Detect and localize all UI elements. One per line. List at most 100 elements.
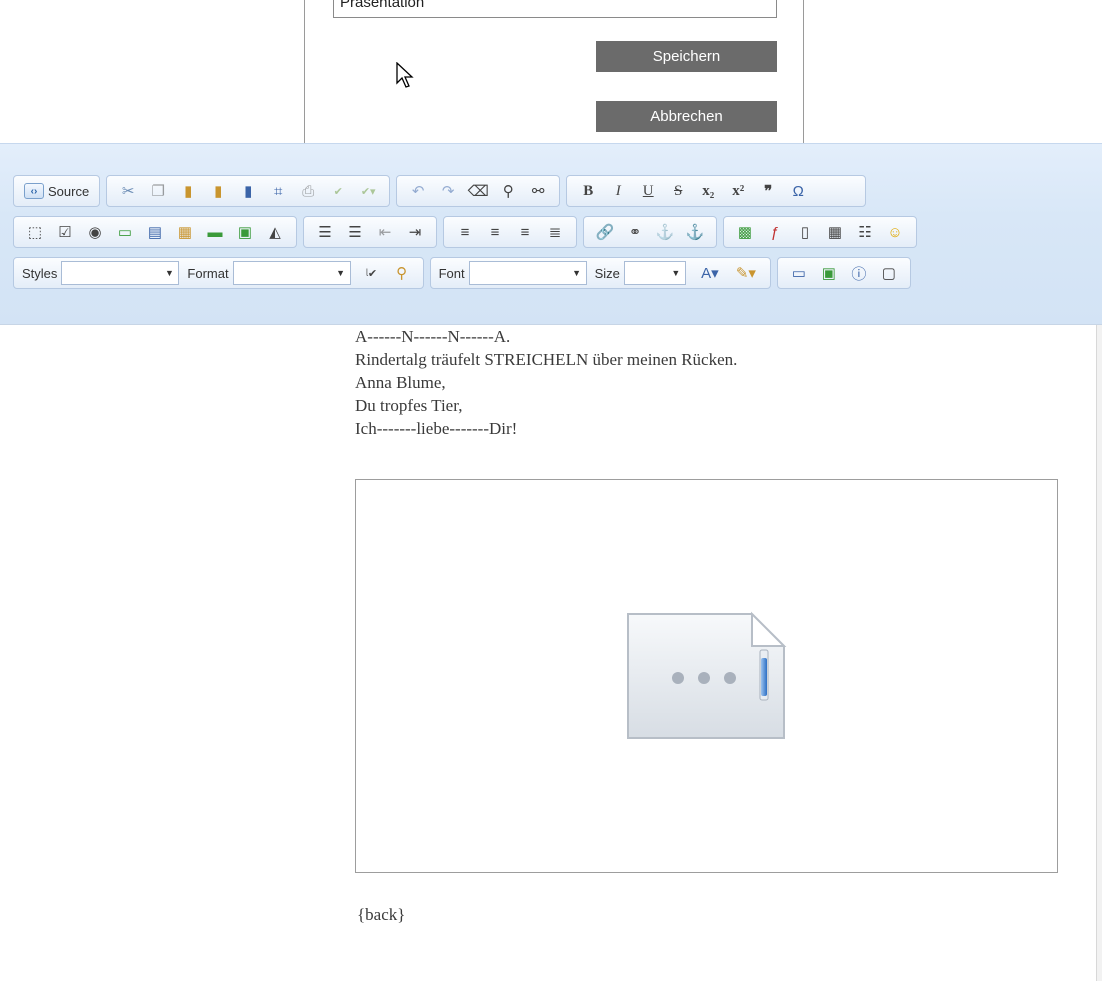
align-left-icon[interactable]: ≡: [453, 220, 477, 244]
link-icon[interactable]: 🔗: [593, 220, 617, 244]
insert-group: ▩ ƒ ▯ ▦ ☷ ☺: [723, 216, 917, 248]
font-size-group: Font ▼ Size ▼ A▾ ✎▾: [429, 257, 771, 289]
bulleted-list-icon[interactable]: ☰: [343, 220, 367, 244]
font-color-icon[interactable]: A▾: [695, 261, 725, 285]
toolbar-row-3: Styles ▼ Format ▼ ᶩ✔ ⚲ Font ▼ Size ▼ A▾ …: [13, 256, 917, 290]
redo-icon[interactable]: ↷: [436, 179, 460, 203]
back-placeholder: {back}: [357, 905, 406, 924]
italic-icon[interactable]: I: [606, 179, 630, 203]
styles-combo[interactable]: ▼: [61, 261, 180, 285]
textarea-icon[interactable]: ▤: [143, 220, 167, 244]
font-combo[interactable]: ▼: [468, 261, 587, 285]
undo-group: ↶ ↷ ⌫ ⚲ ⚯: [396, 175, 561, 207]
strikethrough-icon[interactable]: S: [666, 179, 690, 203]
editor-toolbar: ‹› Source ✂ ❐ ▮ ▮ ▮ ⌗ ⎙ ✔ ✔▾ ↶ ↷ ⌫ ⚲ ⚯ B…: [0, 143, 1102, 324]
subscript-icon[interactable]: x₂: [696, 179, 720, 203]
paste-icon[interactable]: ▮: [176, 179, 200, 203]
basic-styles-group: B I U S x₂ x² ❞ Ω: [566, 175, 867, 207]
undo-icon[interactable]: ↶: [406, 179, 430, 203]
numbered-list-icon[interactable]: ☰: [313, 220, 337, 244]
remove-format-icon[interactable]: ⌫: [466, 179, 490, 203]
mouse-cursor-icon: [396, 62, 414, 88]
horizontal-rule-icon[interactable]: ☷: [853, 220, 877, 244]
source-group: ‹› Source: [13, 175, 101, 207]
cut-icon[interactable]: ✂: [116, 179, 140, 203]
source-icon: ‹›: [24, 183, 44, 199]
format-label: Format: [187, 265, 229, 281]
chevron-down-icon: ▼: [572, 268, 582, 278]
about-icon[interactable]: ⓘ: [847, 261, 871, 285]
radio-icon[interactable]: ◉: [83, 220, 107, 244]
smiley-icon[interactable]: ☺: [883, 220, 907, 244]
align-center-icon[interactable]: ≡: [483, 220, 507, 244]
paste-text-icon[interactable]: ▮: [206, 179, 230, 203]
checkbox-icon[interactable]: ☑: [53, 220, 77, 244]
source-label: Source: [48, 183, 90, 199]
vertical-scrollbar[interactable]: [1096, 325, 1102, 981]
size-label: Size: [594, 265, 620, 281]
replace-icon[interactable]: ⚯: [526, 179, 550, 203]
forms-group: ⬚ ☑ ◉ ▭ ▤ ▦ ▬ ▣ ◭: [13, 216, 297, 248]
textfield-icon[interactable]: ▭: [113, 220, 137, 244]
poem-text: A------N------N------A. Rindertalg träuf…: [355, 325, 737, 440]
image-button-icon[interactable]: ▣: [233, 220, 257, 244]
clipboard-group: ✂ ❐ ▮ ▮ ▮ ⌗ ⎙ ✔ ✔▾: [106, 175, 391, 207]
spellcheck-icon[interactable]: ✔: [326, 179, 350, 203]
find-icon[interactable]: ⚲: [390, 261, 414, 285]
align-right-icon[interactable]: ≡: [513, 220, 537, 244]
special-char-icon[interactable]: Ω: [786, 179, 810, 203]
tools-group: ▭ ▣ ⓘ ▢: [776, 257, 911, 289]
copy-icon[interactable]: ❐: [146, 179, 170, 203]
chevron-down-icon: ▼: [164, 268, 174, 278]
superscript-icon[interactable]: x²: [726, 179, 750, 203]
poem-line: Du tropfes Tier,: [355, 396, 463, 415]
spell-as-you-type-icon[interactable]: ᶩ✔: [360, 261, 384, 285]
spellcheck-dropdown-icon[interactable]: ✔▾: [356, 179, 380, 203]
lists-group: ☰ ☰ ⇤ ⇥: [303, 216, 437, 248]
format-combo[interactable]: ▼: [232, 261, 351, 285]
underline-icon[interactable]: U: [636, 179, 660, 203]
anchor-icon[interactable]: ⚓: [653, 220, 677, 244]
cancel-button[interactable]: Abbrechen: [596, 101, 777, 132]
show-blocks-icon[interactable]: ▣: [817, 261, 841, 285]
find-icon[interactable]: ⚲: [496, 179, 520, 203]
select-icon[interactable]: ▦: [173, 220, 197, 244]
select-all-icon[interactable]: ⌗: [266, 179, 290, 203]
hidden-field-icon[interactable]: ◭: [263, 220, 287, 244]
size-combo[interactable]: ▼: [623, 261, 686, 285]
poem-line: Rindertalg träufelt STREICHELN über mein…: [355, 350, 738, 369]
chevron-down-icon: ▼: [336, 268, 346, 278]
title-field[interactable]: Präsentation: [333, 0, 777, 18]
align-group: ≡ ≡ ≡ ≣: [443, 216, 577, 248]
flash-icon[interactable]: ƒ: [763, 220, 787, 244]
table-icon[interactable]: ▦: [823, 220, 847, 244]
print-icon[interactable]: ⎙: [296, 179, 320, 203]
image-icon[interactable]: ▩: [733, 220, 757, 244]
missing-plugin-icon: [627, 611, 787, 739]
justify-icon[interactable]: ≣: [543, 220, 567, 244]
background-color-icon[interactable]: ✎▾: [731, 261, 761, 285]
links-group: 🔗 ⚭ ⚓ ⚓: [583, 216, 717, 248]
blockquote-icon[interactable]: ❞: [756, 179, 780, 203]
form-icon[interactable]: ⬚: [23, 220, 47, 244]
styles-label: Styles: [22, 265, 58, 281]
embedded-plugin-frame[interactable]: [355, 479, 1058, 873]
indent-icon[interactable]: ⇥: [403, 220, 427, 244]
poem-line: A------N------N------A.: [355, 327, 511, 346]
dialog-panel: Präsentation Speichern Abbrechen: [304, 0, 804, 143]
unlink-icon[interactable]: ⚭: [623, 220, 647, 244]
anchor-2-icon[interactable]: ⚓: [683, 220, 707, 244]
poem-line: Anna Blume,: [355, 373, 446, 392]
maximize-icon[interactable]: ▭: [787, 261, 811, 285]
chevron-down-icon: ▼: [671, 268, 681, 278]
outdent-icon[interactable]: ⇤: [373, 220, 397, 244]
editor-content[interactable]: A------N------N------A. Rindertalg träuf…: [0, 324, 1102, 981]
save-button[interactable]: Speichern: [596, 41, 777, 72]
page-break-icon[interactable]: ▯: [793, 220, 817, 244]
button-icon[interactable]: ▬: [203, 220, 227, 244]
source-button[interactable]: ‹› Source: [20, 178, 93, 204]
iframe-icon[interactable]: ▢: [877, 261, 901, 285]
paste-word-icon[interactable]: ▮: [236, 179, 260, 203]
toolbar-row-2: ⬚ ☑ ◉ ▭ ▤ ▦ ▬ ▣ ◭ ☰ ☰ ⇤ ⇥ ≡ ≡ ≡ ≣ 🔗 ⚭ ⚓ …: [13, 215, 923, 249]
bold-icon[interactable]: B: [576, 179, 600, 203]
